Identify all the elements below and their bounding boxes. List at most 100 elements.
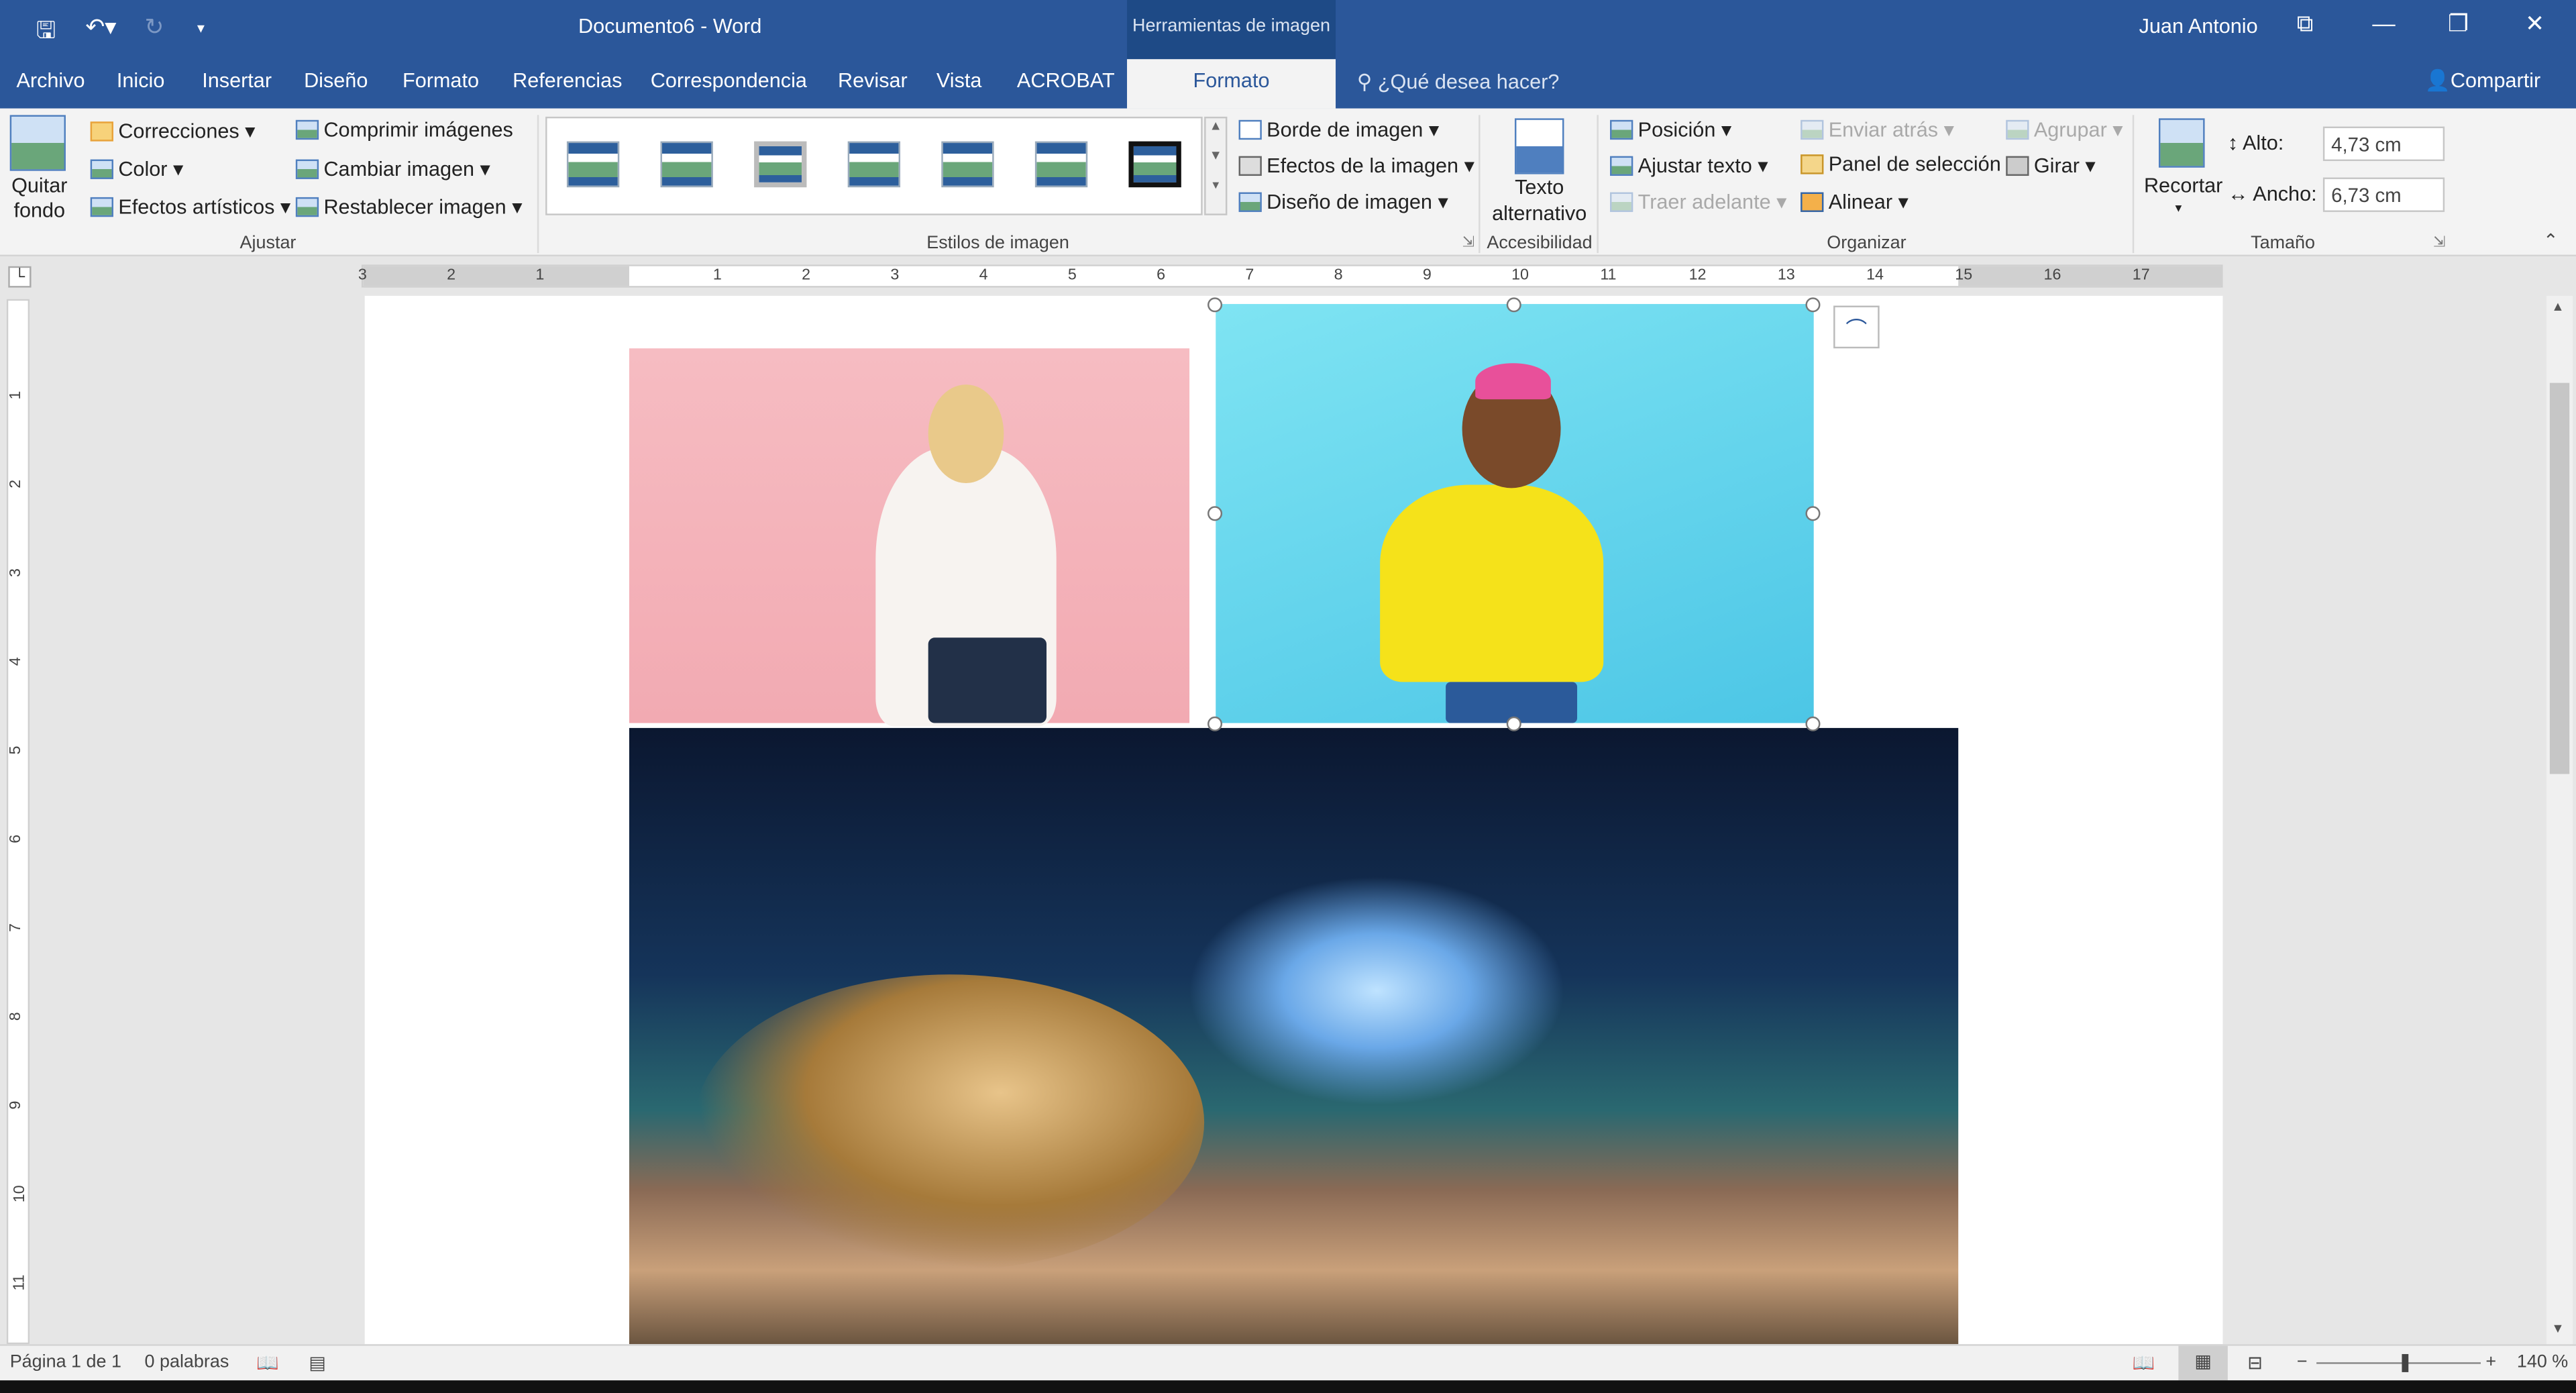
alt-text-icon[interactable] — [1514, 118, 1564, 174]
zoom-in-icon[interactable]: + — [2485, 1353, 2496, 1372]
position-button[interactable]: Posición ▾ — [1610, 117, 1731, 142]
style-thumb[interactable] — [1034, 141, 1088, 188]
tab-acrobat[interactable]: ACROBAT — [1017, 69, 1115, 92]
zoom-out-icon[interactable]: − — [2297, 1353, 2308, 1372]
ruler-number: 3 — [7, 568, 25, 577]
tab-archivo[interactable]: Archivo — [16, 69, 85, 92]
resize-handle[interactable] — [1506, 297, 1521, 313]
image-woman-pink-background[interactable] — [629, 348, 1190, 727]
tab-formato-imagen[interactable]: Formato — [1127, 59, 1336, 109]
style-thumb[interactable] — [566, 141, 620, 188]
picture-border-button[interactable]: Borde de imagen ▾ — [1238, 117, 1439, 142]
tab-correspondencia[interactable]: Correspondencia — [651, 69, 807, 92]
user-name[interactable]: Juan Antonio — [2139, 15, 2258, 38]
resize-handle[interactable] — [1805, 716, 1821, 731]
tab-referencias[interactable]: Referencias — [513, 69, 622, 92]
vertical-ruler[interactable]: 1 2 3 4 5 6 7 8 9 10 11 — [6, 299, 30, 1345]
reset-picture-button[interactable]: Restablecer imagen ▾ — [295, 194, 523, 219]
height-field[interactable]: 4,73 cm — [2322, 126, 2445, 162]
ruler-number: 3 — [358, 266, 367, 285]
width-field[interactable]: 6,73 cm — [2322, 177, 2445, 212]
ribbon-display-icon[interactable]: ⧉ — [2297, 10, 2313, 38]
scroll-down-icon[interactable]: ▼ — [2551, 1321, 2564, 1336]
tab-insertar[interactable]: Insertar — [202, 69, 272, 92]
chevron-up-icon[interactable]: ▲ — [1210, 118, 1222, 133]
crop-dropdown-icon[interactable]: ▾ — [2175, 201, 2182, 215]
macro-icon[interactable]: ▤ — [309, 1353, 325, 1374]
undo-icon[interactable]: ↶▾ — [85, 13, 116, 42]
alt-text-button[interactable]: Texto alternativo — [1487, 174, 1592, 227]
zoom-slider-thumb[interactable] — [2402, 1353, 2409, 1372]
change-picture-button[interactable]: Cambiar imagen ▾ — [295, 156, 490, 180]
picture-layout-button[interactable]: Diseño de imagen ▾ — [1238, 189, 1448, 213]
scroll-up-icon[interactable]: ▲ — [2551, 299, 2564, 314]
tab-diseno[interactable]: Diseño — [304, 69, 368, 92]
zoom-level[interactable]: 140 % — [2517, 1353, 2568, 1372]
color-button[interactable]: Color ▾ — [90, 156, 183, 180]
bring-forward-icon — [1610, 192, 1633, 212]
remove-background-button[interactable]: Quitar fondo — [10, 174, 69, 223]
minimize-icon[interactable]: — — [2372, 10, 2395, 36]
dialog-launcher-icon[interactable]: ⇲ — [2433, 234, 2445, 252]
compress-pictures-button[interactable]: Comprimir imágenes — [295, 118, 513, 142]
horizontal-ruler[interactable]: 3 2 1 1 2 3 4 5 6 7 8 9 10 11 12 13 14 15 16 17 — [358, 264, 2223, 288]
image-woman-blue-background[interactable] — [1216, 304, 1814, 723]
word-count[interactable]: 0 palabras — [145, 1353, 229, 1372]
align-button[interactable]: Alinear ▾ — [1801, 189, 1909, 213]
resize-handle[interactable] — [1805, 297, 1821, 313]
read-mode-icon[interactable]: 📖 — [2133, 1353, 2155, 1374]
resize-handle[interactable] — [1208, 506, 1223, 521]
style-thumb[interactable] — [1128, 141, 1181, 188]
group-button[interactable]: Agrupar ▾ — [2006, 117, 2123, 142]
corrections-button[interactable]: Correcciones ▾ — [90, 118, 256, 143]
restore-icon[interactable]: ❐ — [2448, 10, 2469, 38]
tell-me-search[interactable]: ⚲ ¿Qué desea hacer? — [1357, 69, 1560, 93]
collapse-ribbon-icon[interactable]: ⌃ — [2543, 230, 2559, 251]
resize-handle[interactable] — [1208, 716, 1223, 731]
redo-icon[interactable]: ↻ — [145, 13, 164, 42]
crop-icon[interactable] — [2158, 118, 2205, 168]
word-window: 🖫 ↶▾ ↻ ▾ Documento6 - Word Herramientas … — [0, 0, 2576, 1393]
remove-background-icon[interactable] — [9, 115, 66, 171]
resize-handle[interactable] — [1208, 297, 1223, 313]
selection-pane-icon — [1801, 154, 1824, 174]
web-layout-icon[interactable]: ⊟ — [2247, 1353, 2263, 1374]
print-layout-icon[interactable]: ▦ — [2178, 1345, 2228, 1381]
width-label: ↔ Ancho: — [2228, 183, 2317, 205]
customize-qat-icon[interactable]: ▾ — [197, 19, 205, 38]
zoom-slider[interactable] — [2316, 1362, 2481, 1364]
artistic-effects-button[interactable]: Efectos artísticos ▾ — [90, 194, 290, 219]
style-thumb[interactable] — [847, 141, 901, 188]
tab-selector[interactable]: └ — [8, 266, 32, 288]
style-thumb[interactable] — [941, 141, 994, 188]
share-button[interactable]: 👤Compartir — [2425, 69, 2541, 94]
style-thumb[interactable] — [660, 141, 713, 188]
send-backward-button[interactable]: Enviar atrás ▾ — [1801, 117, 1954, 142]
resize-handle[interactable] — [1506, 716, 1521, 731]
close-icon[interactable]: ✕ — [2525, 10, 2544, 38]
save-icon[interactable]: 🖫 — [36, 13, 56, 53]
page-count[interactable]: Página 1 de 1 — [10, 1353, 121, 1372]
resize-handle[interactable] — [1805, 506, 1821, 521]
gallery-scroll[interactable]: ▲ ▼ ▾ — [1204, 116, 1228, 215]
taskbar — [0, 1380, 2576, 1393]
dialog-launcher-icon[interactable]: ⇲ — [1462, 234, 1474, 252]
picture-effects-button[interactable]: Efectos de la imagen ▾ — [1238, 153, 1474, 177]
style-thumb[interactable] — [754, 141, 807, 188]
selection-pane-button[interactable]: Panel de selección — [1801, 153, 2001, 176]
crop-button[interactable]: Recortar — [2144, 174, 2222, 197]
tab-vista[interactable]: Vista — [936, 69, 982, 92]
bring-forward-button[interactable]: Traer adelante ▾ — [1610, 189, 1787, 213]
rotate-button[interactable]: Girar ▾ — [2006, 153, 2096, 177]
document-title: Documento6 - Word — [578, 15, 762, 38]
image-magic-lamp-desert[interactable] — [629, 727, 1959, 1345]
tab-inicio[interactable]: Inicio — [117, 69, 164, 92]
more-icon[interactable]: ▾ — [1212, 177, 1219, 192]
wrap-text-button[interactable]: Ajustar texto ▾ — [1610, 153, 1768, 177]
layout-options-button[interactable]: ⌒ — [1833, 305, 1880, 349]
proofing-icon[interactable]: 📖 — [256, 1353, 279, 1374]
tab-revisar[interactable]: Revisar — [838, 69, 908, 92]
scrollbar-thumb[interactable] — [2549, 382, 2570, 774]
chevron-down-icon[interactable]: ▼ — [1210, 148, 1222, 162]
tab-formato[interactable]: Formato — [402, 69, 479, 92]
